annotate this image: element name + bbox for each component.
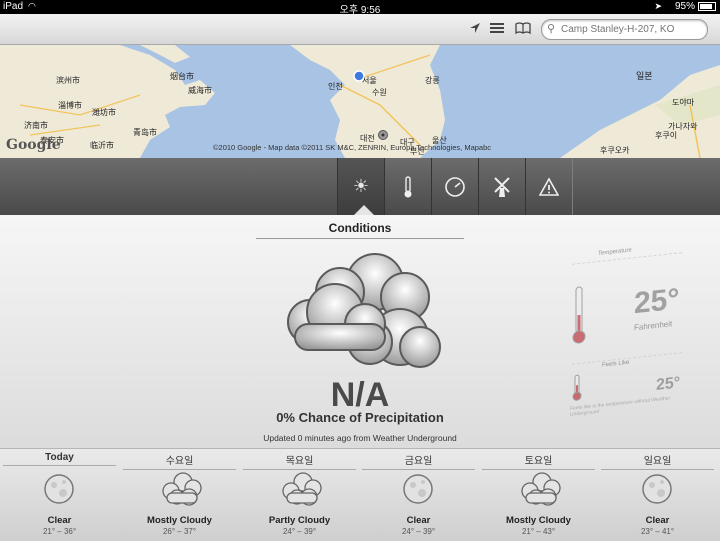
conditions-title: Conditions [256,221,464,239]
list-icon[interactable] [488,21,506,37]
search-input[interactable] [561,22,701,36]
map-label: 후쿠오카 [600,146,630,155]
forecast-condition: Clear [645,515,670,526]
forecast-day[interactable]: 토요일 Mostly Cloudy 21° – 43° [482,449,595,541]
forecast-condition: Clear [406,515,431,526]
forecast-day[interactable]: 목요일 Partly Cloudy 24° – 39° [243,449,356,541]
search-icon: ⚲ [547,23,556,35]
map-label: 滨州市 [56,76,80,85]
forecast-day-name: 금요일 [362,452,475,470]
forecast-temp-range: 24° – 39° [401,527,436,536]
map-label: 일본 [636,71,653,81]
forecast-temp-range: 21° – 43° [521,527,556,536]
location-pin-icon[interactable] [352,69,366,83]
location-arrow-icon[interactable] [466,21,484,37]
map-label: 青岛市 [133,128,157,137]
map-label: 临沂市 [90,141,114,150]
map-label: 潍坊市 [92,108,116,117]
battery-icon [698,1,716,11]
updated-note: Updated 0 minutes ago from Weather Under… [263,433,457,443]
map-view[interactable]: 滨州市 烟台市 威海市 淄博市 潍坊市 济南市 青岛市 泰安市 临沂市 서울 인… [0,45,720,158]
map-label: 도야마 [672,98,695,107]
forecast-condition: Mostly Cloudy [506,515,571,526]
map-label: 淄博市 [58,101,82,110]
temperature-side-panel: Temperature 25° Fahrenheit Feels Like 25… [568,234,685,431]
battery-percent: 95% [674,1,695,12]
sun-icon: ☀ [352,176,370,196]
tab-alerts[interactable] [525,158,573,215]
moon-icon [642,474,672,504]
google-logo: Google [6,137,61,153]
forecast-temp-range: 21° – 36° [42,527,77,536]
cloud-icon [521,472,561,506]
map-label: 수원 [372,88,387,97]
precipitation-chance: 0% Chance of Precipitation [276,410,444,425]
cloud-icon [162,472,202,506]
divider [572,252,682,265]
map-label: 강릉 [425,76,440,85]
forecast-temp-range: 24° – 39° [282,527,317,536]
bookmarks-icon[interactable] [514,21,532,37]
map-label: 济南市 [24,121,48,130]
map-marker-icon[interactable] [377,129,389,141]
forecast-day-name: 목요일 [243,452,356,470]
forecast-condition: Clear [47,515,72,526]
map-label: 威海市 [188,86,212,95]
forecast-day[interactable]: 일요일 Clear 23° – 41° [601,449,714,541]
warning-icon [538,177,560,197]
gauge-icon [445,177,465,198]
forecast-strip: Today Clear 21° – 36° 수요일 Mostly Cloudy … [0,448,720,541]
cloud-icon [287,253,441,368]
search-field[interactable]: ⚲ [541,19,708,40]
forecast-temp-range: 26° – 37° [162,527,197,536]
forecast-day-name: 토요일 [482,452,595,470]
map-label: 인천 [328,82,343,91]
tab-pressure[interactable] [431,158,479,215]
windmill-icon [494,177,510,198]
forecast-day-name: 일요일 [601,452,714,470]
forecast-day-name: Today [3,452,116,466]
feels-like-value: 25° [656,374,681,394]
forecast-day-name: 수요일 [123,452,236,470]
forecast-day[interactable]: 수요일 Mostly Cloudy 26° – 37° [123,449,236,541]
temperature-label: Temperature [598,247,632,257]
map-copyright: ©2010 Google - Map data ©2011 SK M&C, ZE… [213,143,492,152]
tab-pointer [354,205,374,215]
location-arrow-icon: ➤ [654,1,662,11]
moon-icon [403,474,433,504]
battery-status: 95% [675,1,716,12]
forecast-condition: Partly Cloudy [268,515,331,526]
forecast-condition: Mostly Cloudy [147,515,212,526]
forecast-day[interactable]: 금요일 Clear 24° – 39° [362,449,475,541]
temperature-value: 25° [634,282,680,321]
thermometer-icon [572,286,586,344]
toolbar: ⚲ [0,14,720,45]
moon-icon [44,474,74,504]
forecast-day[interactable]: Today Clear 21° – 36° [3,449,116,541]
status-bar: iPad ◠ 오후 9:56 ➤ 95% [0,0,720,16]
forecast-temp-range: 23° – 41° [640,527,675,536]
thermometer-icon [404,176,412,198]
tab-wind[interactable] [478,158,526,215]
thermometer-icon [572,374,582,401]
feels-like-note: Feels like is the temperature without We… [570,395,671,418]
map-label: 烟台市 [170,72,194,81]
temperature-unit: Fahrenheit [634,319,673,333]
tab-temperature[interactable] [384,158,432,215]
map-label: 가나자와 [668,122,698,131]
cloud-icon [282,472,322,506]
